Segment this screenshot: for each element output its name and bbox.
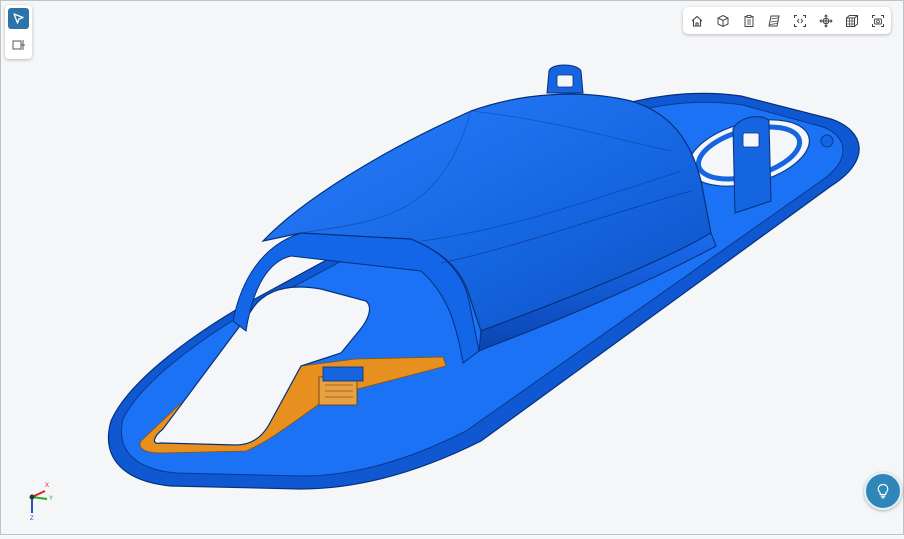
cursor-select-icon xyxy=(13,13,24,24)
cube-view-button[interactable] xyxy=(713,11,732,30)
viewer-frame: X Y Z xyxy=(0,0,904,535)
hint-button[interactable] xyxy=(864,472,902,510)
lightbulb-icon xyxy=(877,483,889,499)
orbit-center-button[interactable] xyxy=(816,11,835,30)
section-view-icon xyxy=(12,39,25,50)
home-view-button[interactable] xyxy=(687,11,706,30)
screenshot-button[interactable] xyxy=(868,11,887,30)
y-axis-label: Y xyxy=(49,496,54,502)
screenshot-icon xyxy=(871,14,884,27)
right-clip xyxy=(732,116,772,214)
part-model[interactable] xyxy=(1,1,903,534)
shaded-layers-icon xyxy=(767,15,780,26)
axis-triad: X Y Z xyxy=(23,483,63,527)
left-toolbar xyxy=(5,5,32,59)
view-toolbar xyxy=(683,7,891,34)
wireframe-cube-icon xyxy=(845,14,858,27)
home-view-icon xyxy=(691,15,702,27)
wireframe-cube-button[interactable] xyxy=(842,11,861,30)
x-axis-label: X xyxy=(45,483,50,489)
section-view-button[interactable] xyxy=(8,34,29,55)
shaded-layers-button[interactable] xyxy=(764,11,783,30)
cube-view-icon xyxy=(717,14,728,27)
clipboard-button[interactable] xyxy=(739,11,758,30)
fit-view-icon xyxy=(793,14,806,27)
clipboard-icon xyxy=(744,14,753,27)
select-tool-button[interactable] xyxy=(8,8,29,29)
axis-triad-icon xyxy=(29,490,48,513)
orbit-center-icon xyxy=(818,13,833,28)
3d-viewport[interactable] xyxy=(1,1,903,534)
top-clip xyxy=(546,64,584,94)
connector-part xyxy=(318,366,364,406)
z-axis-label: Z xyxy=(30,516,34,522)
fit-view-button[interactable] xyxy=(790,11,809,30)
